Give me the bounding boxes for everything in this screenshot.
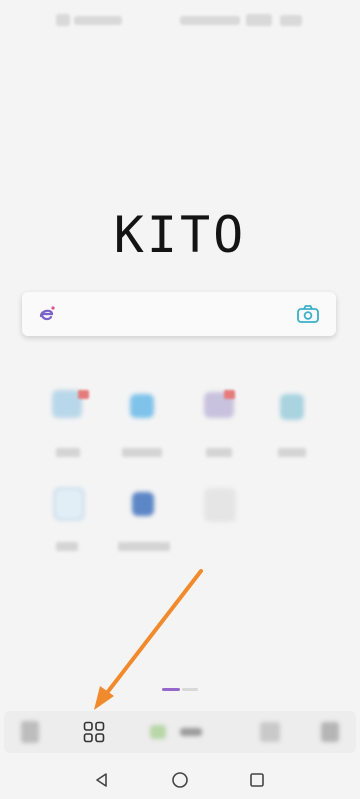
- shortcut-tile[interactable]: [194, 480, 248, 560]
- triangle-back-icon: [96, 773, 107, 787]
- grid-icon: [83, 721, 105, 743]
- camera-icon[interactable]: [296, 304, 320, 324]
- home-button[interactable]: [168, 768, 192, 792]
- shortcut-tile[interactable]: [118, 380, 172, 460]
- shortcut-tile[interactable]: [266, 380, 320, 460]
- system-nav-bar: [0, 760, 360, 799]
- dock-item[interactable]: [248, 711, 292, 753]
- dock-item[interactable]: [8, 711, 52, 753]
- app-logo: KITO: [113, 206, 247, 264]
- shortcut-tile[interactable]: [44, 380, 98, 460]
- apps-grid-button[interactable]: [72, 711, 116, 753]
- dock-item[interactable]: [308, 711, 352, 753]
- search-input[interactable]: [66, 300, 290, 330]
- back-button[interactable]: [90, 768, 114, 792]
- bottom-dock: [4, 711, 356, 753]
- shortcut-tile[interactable]: [44, 480, 98, 560]
- e-logo-icon[interactable]: [36, 303, 58, 325]
- shortcut-tile[interactable]: [118, 480, 172, 560]
- square-recents-icon: [250, 773, 264, 787]
- status-bar: [0, 0, 360, 40]
- search-bar[interactable]: [22, 292, 336, 336]
- page-dot-active: [162, 688, 180, 691]
- dock-item[interactable]: [136, 711, 216, 753]
- circle-home-icon: [172, 772, 188, 788]
- recents-button[interactable]: [245, 768, 269, 792]
- shortcut-grid: [0, 380, 360, 560]
- page-dot: [182, 688, 198, 691]
- shortcut-tile[interactable]: [194, 380, 248, 460]
